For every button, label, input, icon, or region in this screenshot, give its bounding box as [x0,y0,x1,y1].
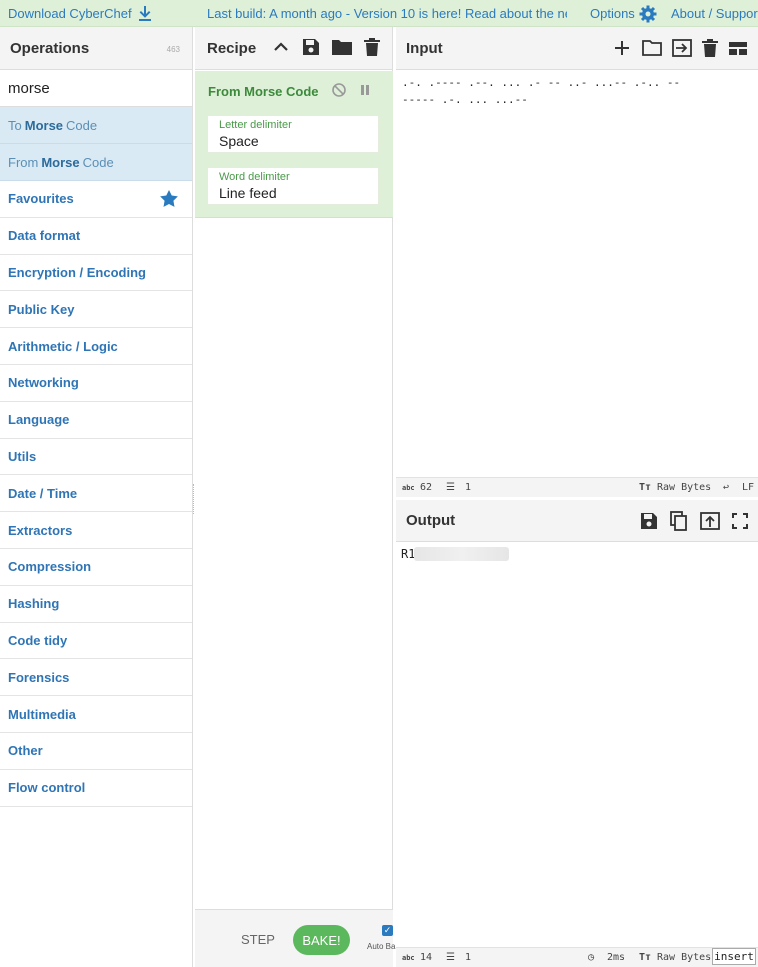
options-button[interactable]: Options [590,0,657,27]
trash-icon[interactable] [702,38,718,58]
plus-icon[interactable] [612,38,632,58]
bake-button[interactable]: BAKE! [293,925,350,955]
result-suffix: Code [82,154,114,170]
category-networking[interactable]: Networking [0,365,192,402]
category-extractors[interactable]: Extractors [0,512,192,549]
download-link[interactable]: Download CyberChef [8,0,152,27]
build-notice-link[interactable]: Last build: A month ago - Version 10 is … [207,0,567,27]
save-icon[interactable] [640,511,658,531]
output-line-count: 1 [465,952,472,963]
folder-icon[interactable] [332,38,352,56]
category-label: Favourites [8,191,74,207]
word-delimiter-value: Line feed [219,185,277,201]
category-language[interactable]: Language [0,402,192,439]
text-encoding-icon: Tт [639,952,652,963]
search-result-to-morse-code[interactable]: To Morse Code [0,107,192,144]
category-data-format[interactable]: Data format [0,218,192,255]
operations-title: Operations [10,39,90,57]
options-label: Options [590,6,635,21]
result-suffix: Code [66,117,98,133]
operations-header: Operations 463 [0,27,192,70]
step-button[interactable]: STEP [241,932,275,947]
clock-icon: ◷ [588,952,595,963]
pause-icon[interactable] [358,83,372,97]
search-result-from-morse-code[interactable]: From Morse Code [0,144,192,181]
category-other[interactable]: Other [0,733,192,770]
top-banner: Download CyberChef Last build: A month a… [0,0,758,27]
input-title: Input [406,39,443,57]
category-date-time[interactable]: Date / Time [0,475,192,513]
category-arithmetic-logic[interactable]: Arithmetic / Logic [0,328,192,365]
recipe-footer: STEP BAKE! ✓ Auto Bake [195,909,404,967]
category-public-key[interactable]: Public Key [0,291,192,329]
char-count-icon: abc [402,954,415,962]
text-encoding-icon: Tт [639,482,652,493]
input-panel: Input .-. .---- .--. ... .- -- ..- ...--… [396,27,758,497]
recipe-header: Recipe [195,27,392,70]
about-support-link[interactable]: About / Support [671,0,758,27]
category-compression[interactable]: Compression [0,549,192,586]
result-prefix: From [8,154,39,170]
operations-search-input[interactable]: morse [0,70,192,107]
auto-bake-checkbox[interactable]: ✓ [382,925,393,936]
copy-icon[interactable] [670,511,688,531]
output-title: Output [406,512,456,529]
replace-input-icon[interactable] [700,511,720,531]
import-icon[interactable] [672,38,692,58]
output-char-count: 14 [420,952,433,963]
chevron-up-icon[interactable] [272,38,290,56]
open-folder-icon[interactable] [642,38,662,58]
lines-icon: ☰ [446,952,455,963]
category-hashing[interactable]: Hashing [0,586,192,623]
input-eol[interactable]: LF [742,482,754,493]
download-icon [138,6,152,21]
trash-icon[interactable] [364,38,380,56]
download-label: Download CyberChef [8,6,132,21]
category-utils[interactable]: Utils [0,439,192,476]
letter-delimiter-select[interactable]: Letter delimiter Space [207,115,379,153]
recipe-panel: Recipe From Morse Code Letter delimiter … [195,27,404,967]
letter-delimiter-label: Letter delimiter [219,119,292,131]
category-favourites[interactable]: Favourites [0,181,192,218]
word-delimiter-select[interactable]: Word delimiter Line feed [207,167,379,205]
operations-panel: Operations 463 morse To Morse Code From … [0,27,193,967]
char-count-icon: abc [402,484,415,492]
operations-count: 463 [166,45,180,54]
category-forensics[interactable]: Forensics [0,659,192,697]
save-icon[interactable] [302,38,320,56]
output-panel: Output R1 abc 14 ☰ 1 ◷ 2ms Tт Raw Bytes … [396,500,758,967]
result-match: Morse [24,117,64,133]
eol-icon: ↩ [723,482,730,493]
input-encoding[interactable]: Raw Bytes [657,482,711,493]
input-line-count: 1 [465,482,472,493]
maximise-icon[interactable] [732,511,748,531]
redacted-output-area [414,547,509,561]
layout-icon[interactable] [728,38,748,58]
insert-mode-indicator: insert [712,948,756,965]
result-prefix: To [8,117,22,133]
input-status-bar: abc 62 ☰ 1 Tт Raw Bytes ↩ LF [396,477,758,497]
input-textarea[interactable]: .-. .---- .--. ... .- -- ..- ...-- .-.. … [402,74,742,108]
category-multimedia[interactable]: Multimedia [0,696,192,733]
output-bake-time: 2ms [607,952,626,963]
gear-icon [639,5,657,23]
input-char-count: 62 [420,482,433,493]
recipe-title: Recipe [207,39,257,57]
output-status-bar: abc 14 ☰ 1 ◷ 2ms Tт Raw Bytes [396,947,758,967]
letter-delimiter-value: Space [219,133,259,149]
word-delimiter-label: Word delimiter [219,171,290,183]
disable-icon[interactable] [332,83,346,97]
output-encoding[interactable]: Raw Bytes [657,952,711,963]
result-match: Morse [41,154,80,170]
operation-title: From Morse Code [208,84,319,99]
star-icon [160,190,178,207]
output-header: Output [396,500,758,542]
lines-icon: ☰ [446,482,455,493]
category-encryption-encoding[interactable]: Encryption / Encoding [0,255,192,292]
category-code-tidy[interactable]: Code tidy [0,623,192,660]
recipe-operation-from-morse-code[interactable]: From Morse Code Letter delimiter Space W… [195,71,393,218]
input-header: Input [396,27,758,70]
category-flow-control[interactable]: Flow control [0,770,192,807]
